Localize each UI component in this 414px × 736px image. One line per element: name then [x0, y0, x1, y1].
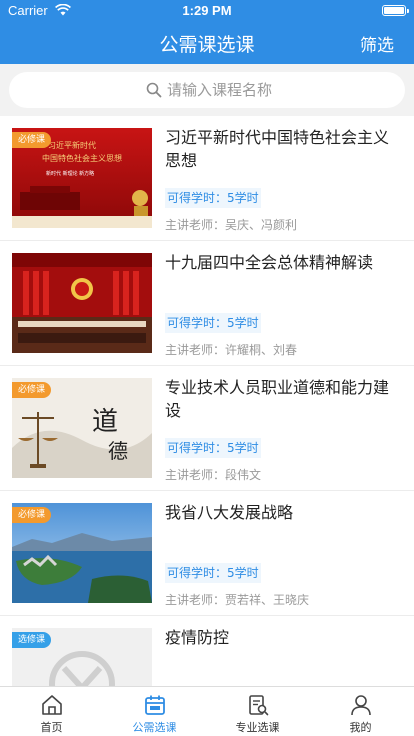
course-item[interactable]: 十九届四中全会总体精神解读 可得学时：5学时 主讲老师：许耀桐、刘春: [0, 241, 414, 366]
course-thumbnail: 道 德 必修课: [12, 378, 152, 478]
tab-public-courses[interactable]: 公需选课: [103, 687, 206, 736]
battery-icon: [382, 5, 409, 16]
tab-home[interactable]: 首页: [0, 687, 103, 736]
course-teacher: 主讲老师：段伟文: [165, 468, 262, 482]
nav-bar: Carrier 1:29 PM 公需课选课 筛选: [0, 0, 414, 64]
course-title: 专业技术人员职业道德和能力建设: [165, 378, 390, 420]
course-title: 习近平新时代中国特色社会主义思想: [165, 128, 390, 170]
course-banner-image: [12, 253, 152, 353]
banner-slogan: 新时代 新理论 新方略: [46, 170, 94, 177]
status-bar: Carrier 1:29 PM: [0, 0, 414, 20]
course-teacher: 主讲老师：贾若祥、王晓庆: [165, 593, 310, 607]
course-teacher: 主讲老师：吴庆、冯颜利: [165, 218, 298, 232]
tab-label: 专业选课: [235, 721, 280, 734]
tab-professional-courses[interactable]: 专业选课: [206, 687, 309, 736]
course-item[interactable]: 必修课 我省八大发展战略 可得学时：5学时 主讲老师：贾若祥、王晓庆: [0, 491, 414, 616]
course-title: 十九届四中全会总体精神解读: [165, 253, 374, 272]
course-hours: 可得学时：5学时: [165, 438, 261, 458]
tab-bar: 首页 公需选课 专业选课 我的: [0, 686, 414, 736]
tab-profile[interactable]: 我的: [309, 687, 412, 736]
search-input[interactable]: [167, 78, 367, 102]
search-section: [0, 64, 414, 116]
course-hours: 可得学时：5学时: [165, 313, 261, 333]
banner-subheading: 中国特色社会主义思想: [42, 153, 122, 163]
calligraphy-char-1: 道: [92, 407, 118, 437]
course-title: 疫情防控: [165, 628, 230, 647]
course-item[interactable]: 习近平新时代 中国特色社会主义思想 新时代 新理论 新方略 必修课 习近平新时代…: [0, 116, 414, 241]
course-item[interactable]: 选修课 疫情防控: [0, 616, 414, 686]
home-icon: [42, 695, 62, 715]
banner-heading: 习近平新时代: [48, 140, 96, 150]
course-teacher: 主讲老师：许耀桐、刘春: [165, 343, 298, 357]
search-bar[interactable]: [9, 72, 405, 108]
tab-label: 首页: [40, 721, 63, 734]
course-thumbnail: [12, 253, 152, 353]
course-thumbnail: 习近平新时代 中国特色社会主义思想 新时代 新理论 新方略 必修课: [12, 128, 152, 228]
calligraphy-char-2: 德: [108, 439, 128, 463]
page-title: 公需课选课: [159, 34, 255, 56]
search-icon: [146, 82, 162, 98]
required-tag: 必修课: [12, 382, 52, 398]
elective-tag: 选修课: [12, 632, 52, 648]
tab-label: 我的: [349, 721, 372, 734]
doc-search-icon: [249, 695, 269, 716]
course-thumbnail: 选修课: [12, 628, 152, 686]
tab-label: 公需选课: [132, 721, 177, 734]
required-tag: 必修课: [12, 507, 52, 523]
course-list: 习近平新时代 中国特色社会主义思想 新时代 新理论 新方略 必修课 习近平新时代…: [0, 116, 414, 686]
course-thumbnail: 必修课: [12, 503, 152, 603]
filter-button[interactable]: 筛选: [360, 31, 394, 56]
course-hours: 可得学时：5学时: [165, 188, 261, 208]
user-icon: [351, 695, 371, 716]
course-title: 我省八大发展战略: [165, 503, 294, 522]
course-hours: 可得学时：5学时: [165, 563, 261, 583]
required-tag: 必修课: [12, 132, 52, 148]
course-item[interactable]: 道 德 必修课 专业技术人员职业道德和能力建设 可得学时：5学时 主讲老师：段伟…: [0, 366, 414, 491]
calendar-icon: [145, 695, 165, 715]
status-time: 1:29 PM: [182, 3, 232, 18]
